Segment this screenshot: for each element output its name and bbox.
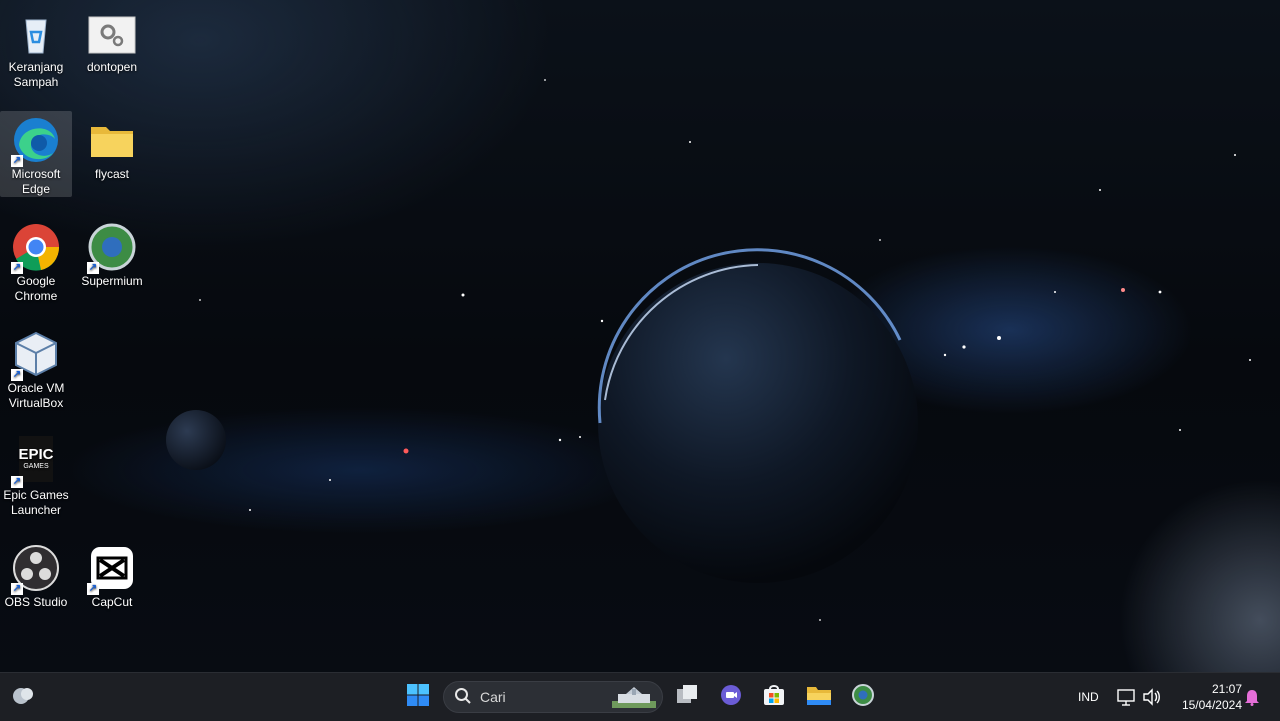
desktop-icon-microsoft-edge[interactable]: ↗ Microsoft Edge [0,111,72,197]
shortcut-arrow-icon: ↗ [11,476,23,488]
desktop-icon-label: Epic Games Launcher [3,488,69,517]
chrome-icon: ↗ [11,222,61,274]
clock-date: 15/04/2024 [1181,698,1242,712]
epic-logo-subtext: GAMES [23,463,49,470]
notification-bell-icon[interactable] [1244,688,1260,711]
task-view-button[interactable] [671,681,703,713]
microsoft-store-button[interactable] [758,681,790,713]
desktop-icon-label: CapCut [91,595,133,609]
desktop-icon-dontopen[interactable]: dontopen [76,4,148,75]
desktop-icon-capcut[interactable]: ↗ CapCut [76,539,148,610]
folder-icon [87,115,137,165]
clock-time: 21:07 [1211,682,1242,696]
desktop-icon-label: Keranjang Sampah [8,60,64,89]
desktop-icon-label: flycast [94,167,129,181]
store-icon [762,683,786,712]
volume-icon[interactable] [1141,687,1161,712]
supermium-taskbar-button[interactable] [847,681,879,713]
shortcut-arrow-icon: ↗ [87,262,99,274]
desktop-icon-label: Microsoft Edge [11,167,61,196]
taskbar-search-box[interactable]: Cari [443,681,663,713]
start-button[interactable] [402,681,434,713]
chat-button[interactable] [715,681,747,713]
chat-icon [719,683,743,712]
desktop-icon-label: Supermium [81,274,143,288]
network-icon[interactable] [1116,687,1136,712]
shortcut-arrow-icon: ↗ [11,262,23,274]
widgets-button[interactable] [7,681,39,713]
file-explorer-button[interactable] [803,681,835,713]
clock[interactable]: 21:07 15/04/2024 [1170,681,1242,713]
desktop-icon-obs-studio[interactable]: ↗ OBS Studio [0,539,72,610]
shortcut-arrow-icon: ↗ [11,369,23,381]
weather-icon [10,682,36,713]
file-explorer-icon [806,683,832,712]
virtualbox-icon: ↗ [11,329,61,381]
obs-icon: ↗ [11,543,61,595]
desktop-wallpaper [166,79,1251,621]
desktop-icon-recycle-bin[interactable]: Keranjang Sampah [0,4,72,90]
desktop-icon-google-chrome[interactable]: ↗ Google Chrome [0,218,72,304]
desktop-icon-label: Google Chrome [14,274,58,303]
supermium-icon: ↗ [87,222,137,274]
search-placeholder: Cari [480,689,506,705]
capcut-icon: ↗ [87,543,137,595]
epic-games-icon: EPIC GAMES ↗ [11,436,61,488]
shortcut-arrow-icon: ↗ [11,583,23,595]
epic-logo-text: EPIC [18,446,54,463]
desktop-icon-label: Oracle VM VirtualBox [7,381,65,410]
search-highlight-icon [612,686,656,711]
settings-file-icon [87,8,137,58]
shortcut-arrow-icon: ↗ [11,155,23,167]
desktop-icon-supermium[interactable]: ↗ Supermium [76,218,148,289]
taskbar: Cari IND 21:07 15/04/2024 [0,672,1280,721]
desktop-icon-virtualbox[interactable]: ↗ Oracle VM VirtualBox [0,325,72,411]
shortcut-arrow-icon: ↗ [87,583,99,595]
search-icon [454,687,472,708]
desktop-icon-epic-games[interactable]: EPIC GAMES ↗ Epic Games Launcher [0,432,72,518]
desktop-icon-label: OBS Studio [4,595,68,609]
supermium-icon [851,683,875,712]
edge-icon: ↗ [11,115,61,167]
start-icon [406,683,430,712]
task-view-icon [675,683,699,712]
recycle-bin-icon [11,8,61,58]
desktop-icon-label: dontopen [86,60,138,74]
desktop-icon-flycast[interactable]: flycast [76,111,148,182]
input-language-indicator[interactable]: IND [1078,690,1099,704]
